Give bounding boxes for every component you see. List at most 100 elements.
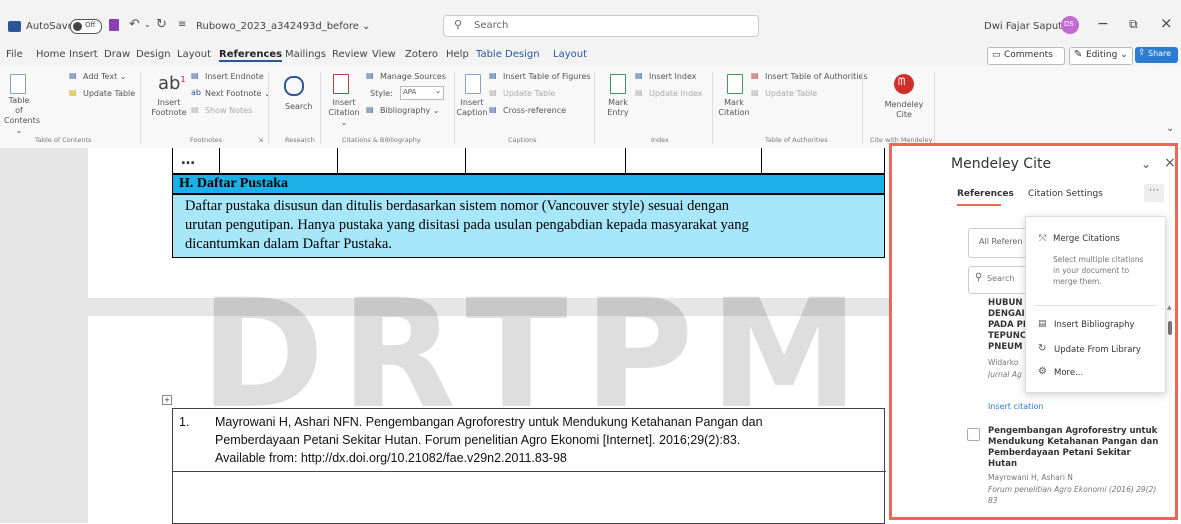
ribbon-separator: [594, 72, 595, 144]
reference-author: Widarko: [988, 358, 1019, 367]
insert-table-of-figures-button[interactable]: Insert Table of Figures: [503, 72, 591, 82]
menu-table-layout[interactable]: Layout: [553, 49, 587, 60]
section-heading: H. Daftar Pustaka: [172, 174, 885, 194]
menu-file[interactable]: File: [6, 49, 23, 60]
close-icon[interactable]: ×: [1160, 14, 1173, 32]
customize-toolbar-icon[interactable]: ≡: [178, 19, 186, 30]
update-figures-table-button[interactable]: Update Table: [503, 89, 555, 99]
autosave-toggle[interactable]: Off: [70, 19, 102, 34]
reference-item[interactable]: Pengembangan Agroforestry untuk Mendukun…: [988, 426, 1168, 506]
table-of-contents-button[interactable]: Table of Contents ⌄: [4, 96, 40, 136]
manage-sources-button[interactable]: Manage Sources: [380, 72, 446, 82]
table-divider: [337, 148, 338, 174]
menu-design[interactable]: Design: [136, 49, 171, 60]
insert-citation-button[interactable]: Insert Citation ⌄: [326, 98, 362, 128]
menu-table-design[interactable]: Table Design: [476, 49, 540, 60]
menu-insert[interactable]: Insert: [69, 49, 98, 60]
avatar[interactable]: DS: [1061, 16, 1079, 34]
share-button[interactable]: ⇪ Share ⌄: [1135, 47, 1178, 67]
show-notes-button[interactable]: Show Notes: [205, 106, 252, 116]
toggle-state: Off: [85, 21, 96, 29]
mendeley-cite-button[interactable]: Mendeley Cite: [884, 100, 924, 120]
mark-entry-button[interactable]: Mark Entry: [604, 98, 632, 118]
update-index-icon: ▤: [635, 88, 643, 97]
more-options-button[interactable]: ⋯: [1144, 184, 1164, 202]
menu-mailings[interactable]: Mailings: [285, 49, 326, 60]
tab-references[interactable]: References: [957, 189, 1014, 199]
cross-reference-button[interactable]: Cross-reference: [503, 106, 566, 116]
document-title[interactable]: Rubowo_2023_a342493d_before ⌄: [196, 21, 370, 32]
search-research-button[interactable]: Search: [285, 102, 312, 112]
menu-review[interactable]: Review: [332, 49, 368, 60]
merge-description-line: merge them.: [1053, 277, 1102, 286]
insert-citation-icon[interactable]: [333, 74, 349, 94]
insert-table-of-authorities-button[interactable]: Insert Table of Authorities: [765, 72, 868, 82]
mark-citation-icon[interactable]: [727, 74, 743, 94]
menu-view[interactable]: View: [372, 49, 396, 60]
save-icon[interactable]: [109, 19, 119, 31]
restore-icon[interactable]: ⧉: [1129, 17, 1138, 32]
scroll-up-icon[interactable]: ▲: [1167, 304, 1172, 311]
reference-title-line: HUBUN: [988, 298, 1023, 308]
mendeley-icon[interactable]: ᗰ: [894, 74, 914, 94]
table-cell-ellipsis: …: [181, 152, 195, 168]
section-heading-text: H. Daftar Pustaka: [179, 176, 289, 191]
mark-entry-icon[interactable]: [610, 74, 626, 94]
tab-citation-settings[interactable]: Citation Settings: [1028, 189, 1103, 199]
undo-dropdown-icon[interactable]: ⌄: [144, 20, 151, 29]
add-text-button[interactable]: Add Text ⌄: [83, 72, 126, 82]
more-label: More...: [1054, 368, 1084, 378]
insert-citation-link[interactable]: Insert citation: [988, 402, 1043, 411]
insert-caption-icon[interactable]: [465, 74, 481, 94]
insert-bibliography-item[interactable]: ▤ Insert Bibliography: [1026, 317, 1165, 335]
insert-index-button[interactable]: Insert Index: [649, 72, 697, 82]
update-table-button[interactable]: Update Table: [83, 89, 135, 99]
insert-footnote-button[interactable]: Insert Footnote: [151, 98, 187, 118]
table-divider: [219, 148, 220, 174]
more-item[interactable]: ⚙ More...: [1026, 365, 1165, 383]
pane-close-icon[interactable]: ×: [1164, 155, 1176, 171]
comments-label: Comments: [1004, 50, 1053, 60]
merge-citations-item[interactable]: ⤲ Merge Citations Select multiple citati…: [1026, 227, 1165, 297]
insert-endnote-button[interactable]: Insert Endnote: [205, 72, 264, 82]
minimize-icon[interactable]: −: [1097, 16, 1109, 32]
menu-draw[interactable]: Draw: [104, 49, 130, 60]
update-toa-button[interactable]: Update Table: [765, 89, 817, 99]
comments-button[interactable]: ▭ Comments: [987, 47, 1065, 65]
search-research-icon[interactable]: [284, 76, 304, 96]
section-body: Daftar pustaka disusun dan ditulis berda…: [172, 194, 885, 258]
table-of-contents-icon[interactable]: [10, 74, 26, 94]
bibliography-button[interactable]: Bibliography ⌄: [380, 106, 440, 116]
section-text-line: Daftar pustaka disusun dan ditulis berda…: [185, 198, 730, 214]
redo-icon[interactable]: ↻: [156, 17, 167, 32]
reference-item[interactable]: HUBUN DENGAI PADA PI TEPUNC PNEUM Widark…: [988, 298, 1028, 398]
more-icon: ⋯: [1149, 185, 1159, 196]
pane-options-icon[interactable]: ⌄: [1141, 157, 1151, 171]
citations-group-label: Citations & Bibliography: [342, 136, 421, 144]
mendeley-glyph: ᗰ: [898, 77, 906, 88]
style-select[interactable]: APA ⌄: [400, 86, 444, 100]
user-name[interactable]: Dwi Fajar Saputra: [984, 21, 1072, 32]
update-from-library-item[interactable]: ↻ Update From Library: [1026, 342, 1165, 360]
menu-help[interactable]: Help: [446, 49, 469, 60]
table-move-handle-icon[interactable]: +: [162, 395, 172, 405]
menu-zotero[interactable]: Zotero: [405, 49, 438, 60]
next-footnote-button[interactable]: Next Footnote ⌄: [205, 89, 271, 99]
update-index-button[interactable]: Update Index: [649, 89, 703, 99]
menu-layout[interactable]: Layout: [177, 49, 211, 60]
search-box[interactable]: ⚲ Search: [443, 15, 759, 37]
mark-citation-button[interactable]: Mark Citation: [718, 98, 750, 118]
title-bar: AutoSave Off ↶ ⌄ ↻ ≡ Rubowo_2023_a342493…: [0, 0, 1181, 44]
menu-home[interactable]: Home: [36, 49, 66, 60]
menu-references[interactable]: References: [219, 49, 283, 62]
footnotes-launcher-icon[interactable]: ⇲: [258, 136, 263, 144]
menu-divider: [1034, 305, 1157, 306]
insert-caption-button[interactable]: Insert Caption: [456, 98, 488, 118]
ribbon: Table of Contents ⌄ Add Text ⌄ ▤ Update …: [0, 66, 1181, 149]
scrollbar-thumb[interactable]: [1168, 321, 1172, 335]
reference-checkbox[interactable]: [967, 428, 980, 441]
editing-button[interactable]: ✎ Editing ⌄: [1069, 47, 1133, 65]
collapse-ribbon-icon[interactable]: ⌄: [1166, 124, 1174, 134]
undo-icon[interactable]: ↶: [129, 17, 140, 32]
gear-icon: ⚙: [1038, 366, 1047, 377]
